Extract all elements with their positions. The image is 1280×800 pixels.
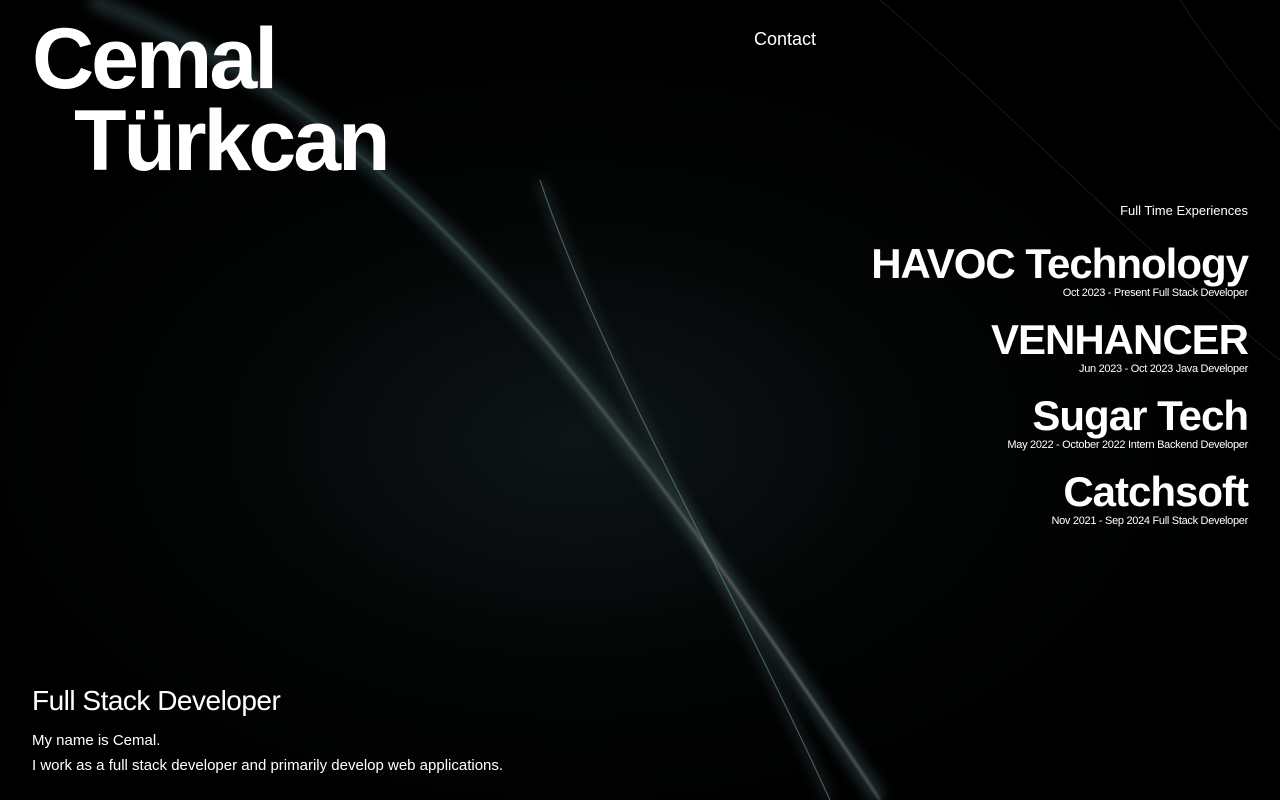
experience-item-sugar-tech: Sugar Tech May 2022 - October 2022 Intern…: [648, 392, 1249, 452]
experience-item-catchsoft: Catchsoft Nov 2021 - Sep 2024 Full Stack …: [648, 468, 1249, 528]
experience-item-venhancer: VENHANCER Jun 2023 - Oct 2023 Java Develo…: [648, 316, 1249, 376]
experience-role: Full Stack Developer: [1152, 515, 1249, 527]
experience-meta: Nov 2021 - Sep 2024 Full Stack Developer: [648, 515, 1248, 528]
experiences-heading: Full Time Experiences: [1120, 203, 1248, 218]
experience-dates: Oct 2023 - Present: [1062, 287, 1150, 299]
experience-role: Intern Backend Developer: [1128, 439, 1248, 451]
experience-company: Sugar Tech: [1032, 392, 1249, 439]
experience-company: Catchsoft: [1063, 468, 1249, 515]
experience-role: Full Stack Developer: [1152, 287, 1249, 299]
name-first: Cemal: [32, 11, 278, 107]
intro-line-1: My name is Cemal.: [32, 732, 161, 749]
experience-meta: May 2022 - October 2022 Intern Backend De…: [648, 439, 1248, 452]
experience-dates: Jun 2023 - Oct 2023: [1079, 363, 1173, 375]
intro-section: Full Stack Developer My name is Cemal. I…: [32, 684, 503, 778]
experience-meta: Oct 2023 - Present Full Stack Developer: [648, 287, 1249, 300]
intro-line-2: I work as a full stack developer and pri…: [32, 757, 504, 774]
experience-dates: Nov 2021 - Sep 2024: [1051, 515, 1150, 527]
experience-dates: May 2022 - October 2022: [1007, 439, 1126, 451]
experience-item-havoc: HAVOC Technology Oct 2023 - Present Full …: [648, 240, 1249, 300]
experience-meta: Jun 2023 - Oct 2023 Java Developer: [648, 363, 1248, 376]
experience-company: HAVOC Technology: [871, 240, 1249, 287]
intro-title: Full Stack Developer: [32, 685, 281, 716]
experience-company: VENHANCER: [990, 316, 1249, 363]
experiences-section: Full Time Experiences HAVOC Technology O…: [648, 203, 1249, 547]
site-title: Cemal Türkcan: [32, 11, 391, 189]
name-last: Türkcan: [74, 93, 391, 189]
contact-link[interactable]: Contact: [754, 29, 816, 49]
experience-role: Java Developer: [1175, 363, 1249, 375]
